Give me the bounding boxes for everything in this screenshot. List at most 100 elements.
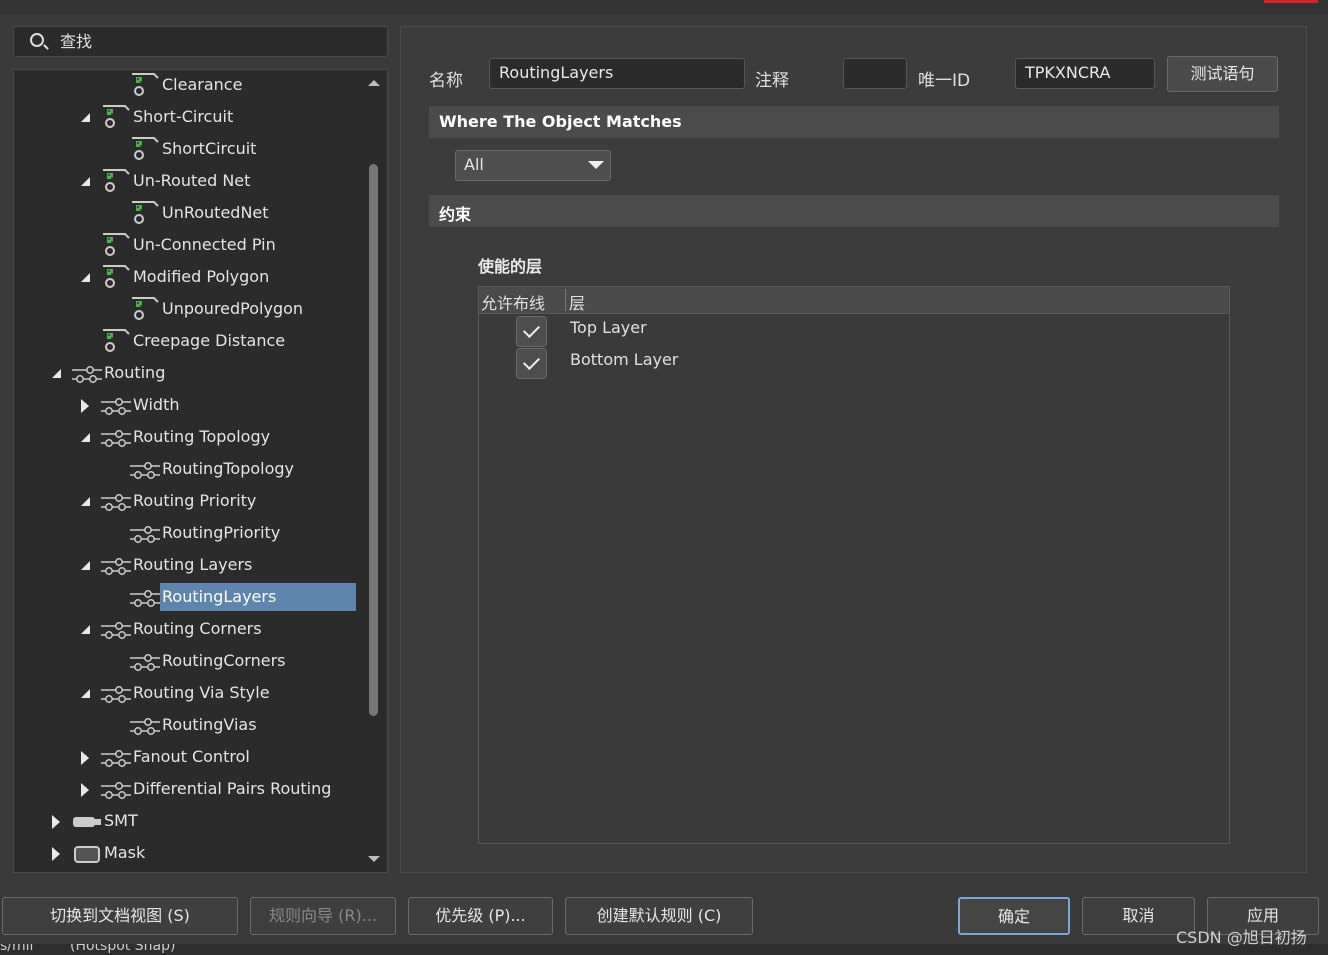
title-bar xyxy=(0,0,1328,14)
column-layer[interactable]: 层 xyxy=(569,290,585,314)
expand-arrow-icon[interactable] xyxy=(81,399,89,413)
tree-item[interactable]: Modified Polygon xyxy=(14,262,354,292)
tree-item[interactable]: SMT xyxy=(14,806,354,836)
rule-icon xyxy=(132,297,159,320)
tree-item-label: ShortCircuit xyxy=(162,139,257,158)
collapse-arrow-icon[interactable] xyxy=(81,497,90,506)
tree-item-label: Un-Connected Pin xyxy=(133,235,276,254)
routing-icon xyxy=(130,654,160,671)
tree-item[interactable]: UnpouredPolygon xyxy=(14,294,354,324)
routing-icon xyxy=(130,526,160,543)
column-allow-routing[interactable]: 允许布线 xyxy=(481,290,545,314)
top-layer-checkbox[interactable] xyxy=(516,316,547,347)
scroll-up-icon[interactable] xyxy=(368,80,380,86)
collapse-arrow-icon[interactable] xyxy=(81,561,90,570)
rule-editor-panel: 名称 RoutingLayers 注释 唯一ID TPKXNCRA 测试语句 W… xyxy=(400,26,1307,873)
routing-icon xyxy=(101,430,131,447)
tree-item[interactable]: Clearance xyxy=(14,70,354,100)
switch-document-view-button[interactable]: 切换到文档视图 (S) xyxy=(2,897,238,935)
collapse-arrow-icon[interactable] xyxy=(81,273,90,282)
expand-arrow-icon[interactable] xyxy=(81,783,89,797)
collapse-arrow-icon[interactable] xyxy=(52,369,61,378)
tree-item-label: UnRoutedNet xyxy=(162,203,269,222)
tree-item[interactable]: UnRoutedNet xyxy=(14,198,354,228)
constraints-header: 约束 xyxy=(429,195,1279,227)
expand-arrow-icon[interactable] xyxy=(52,815,60,829)
scroll-down-icon[interactable] xyxy=(368,856,380,862)
tree-item[interactable]: Short-Circuit xyxy=(14,102,354,132)
where-dropdown-value: All xyxy=(464,155,484,174)
comment-label: 注释 xyxy=(755,71,789,91)
tree-item[interactable]: Fanout Control xyxy=(14,742,354,772)
search-box[interactable] xyxy=(13,26,388,57)
search-input[interactable] xyxy=(60,29,370,53)
tree-item[interactable]: Routing Corners xyxy=(14,614,354,644)
search-icon xyxy=(30,33,44,47)
collapse-arrow-icon[interactable] xyxy=(81,625,90,634)
tree-item-label: Routing Corners xyxy=(133,619,262,638)
create-default-rules-button[interactable]: 创建默认规则 (C) xyxy=(565,897,753,935)
tree-item[interactable]: RoutingLayers xyxy=(14,582,356,612)
test-query-button[interactable]: 测试语句 xyxy=(1167,56,1278,92)
tree-item[interactable]: Differential Pairs Routing xyxy=(14,774,354,804)
name-field[interactable]: RoutingLayers xyxy=(489,58,745,89)
tree-item[interactable]: Routing Priority xyxy=(14,486,354,516)
tree-item[interactable]: Un-Routed Net xyxy=(14,166,354,196)
priority-button[interactable]: 优先级 (P)... xyxy=(408,897,553,935)
comment-field[interactable] xyxy=(843,58,907,89)
tree-item[interactable]: Mask xyxy=(14,838,354,868)
tree-item[interactable]: RoutingCorners xyxy=(14,646,354,676)
bottom-layer-name: Bottom Layer xyxy=(570,350,679,369)
rule-icon xyxy=(103,169,130,192)
collapse-arrow-icon[interactable] xyxy=(81,177,90,186)
rule-icon xyxy=(132,137,159,160)
tree-item-label: Differential Pairs Routing xyxy=(133,779,332,798)
tree-item[interactable]: Un-Connected Pin xyxy=(14,230,354,260)
tree-item[interactable]: Creepage Distance xyxy=(14,326,354,356)
ok-button[interactable]: 确定 xyxy=(958,897,1070,935)
where-dropdown[interactable]: All xyxy=(455,150,611,181)
tree-item[interactable]: Width xyxy=(14,390,354,420)
routing-icon xyxy=(101,558,131,575)
tree-item[interactable]: Routing xyxy=(14,358,354,388)
expand-arrow-icon[interactable] xyxy=(52,847,60,861)
collapse-arrow-icon[interactable] xyxy=(81,433,90,442)
rule-icon xyxy=(103,329,130,352)
uid-field[interactable]: TPKXNCRA xyxy=(1015,58,1155,89)
collapse-arrow-icon[interactable] xyxy=(81,689,90,698)
routing-icon xyxy=(130,718,160,735)
enabled-layers-title: 使能的层 xyxy=(478,257,543,276)
tree-item-label: RoutingVias xyxy=(162,715,257,734)
tree-item-label: RoutingPriority xyxy=(162,523,281,542)
tree-item-label: Routing Priority xyxy=(133,491,257,510)
routing-icon xyxy=(101,398,131,415)
tree-item[interactable]: Routing Layers xyxy=(14,550,354,580)
close-button-edge[interactable] xyxy=(1264,0,1318,3)
rule-icon xyxy=(103,105,130,128)
uid-label: 唯一ID xyxy=(918,71,971,91)
rule-tree[interactable]: Mask SMT Differential Pairs Routing Fanout … xyxy=(13,69,388,873)
tree-item-label: Routing Via Style xyxy=(133,683,270,702)
tree-item[interactable]: RoutingPriority xyxy=(14,518,354,548)
tree-item-label: UnpouredPolygon xyxy=(162,299,304,318)
routing-icon xyxy=(72,366,102,383)
collapse-arrow-icon[interactable] xyxy=(81,113,90,122)
tree-item-label: Un-Routed Net xyxy=(133,171,251,190)
tree-item-label: RoutingLayers xyxy=(160,583,356,611)
tree-item[interactable]: ShortCircuit xyxy=(14,134,354,164)
bottom-layer-checkbox[interactable] xyxy=(516,348,547,379)
routing-icon xyxy=(101,750,131,767)
tree-item[interactable]: RoutingVias xyxy=(14,710,354,740)
tree-item[interactable]: Routing Topology xyxy=(14,422,354,452)
routing-icon xyxy=(101,686,131,703)
where-header: Where The Object Matches xyxy=(429,106,1279,138)
rule-icon xyxy=(132,73,159,96)
rule-wizard-button[interactable]: 规则向导 (R)... xyxy=(250,897,396,935)
tree-item-label: Clearance xyxy=(162,75,243,94)
tree-item[interactable]: RoutingTopology xyxy=(14,454,354,484)
routing-icon xyxy=(101,494,131,511)
expand-arrow-icon[interactable] xyxy=(81,751,89,765)
column-separator[interactable] xyxy=(565,289,566,311)
scroll-thumb[interactable] xyxy=(369,164,378,716)
tree-item[interactable]: Routing Via Style xyxy=(14,678,354,708)
